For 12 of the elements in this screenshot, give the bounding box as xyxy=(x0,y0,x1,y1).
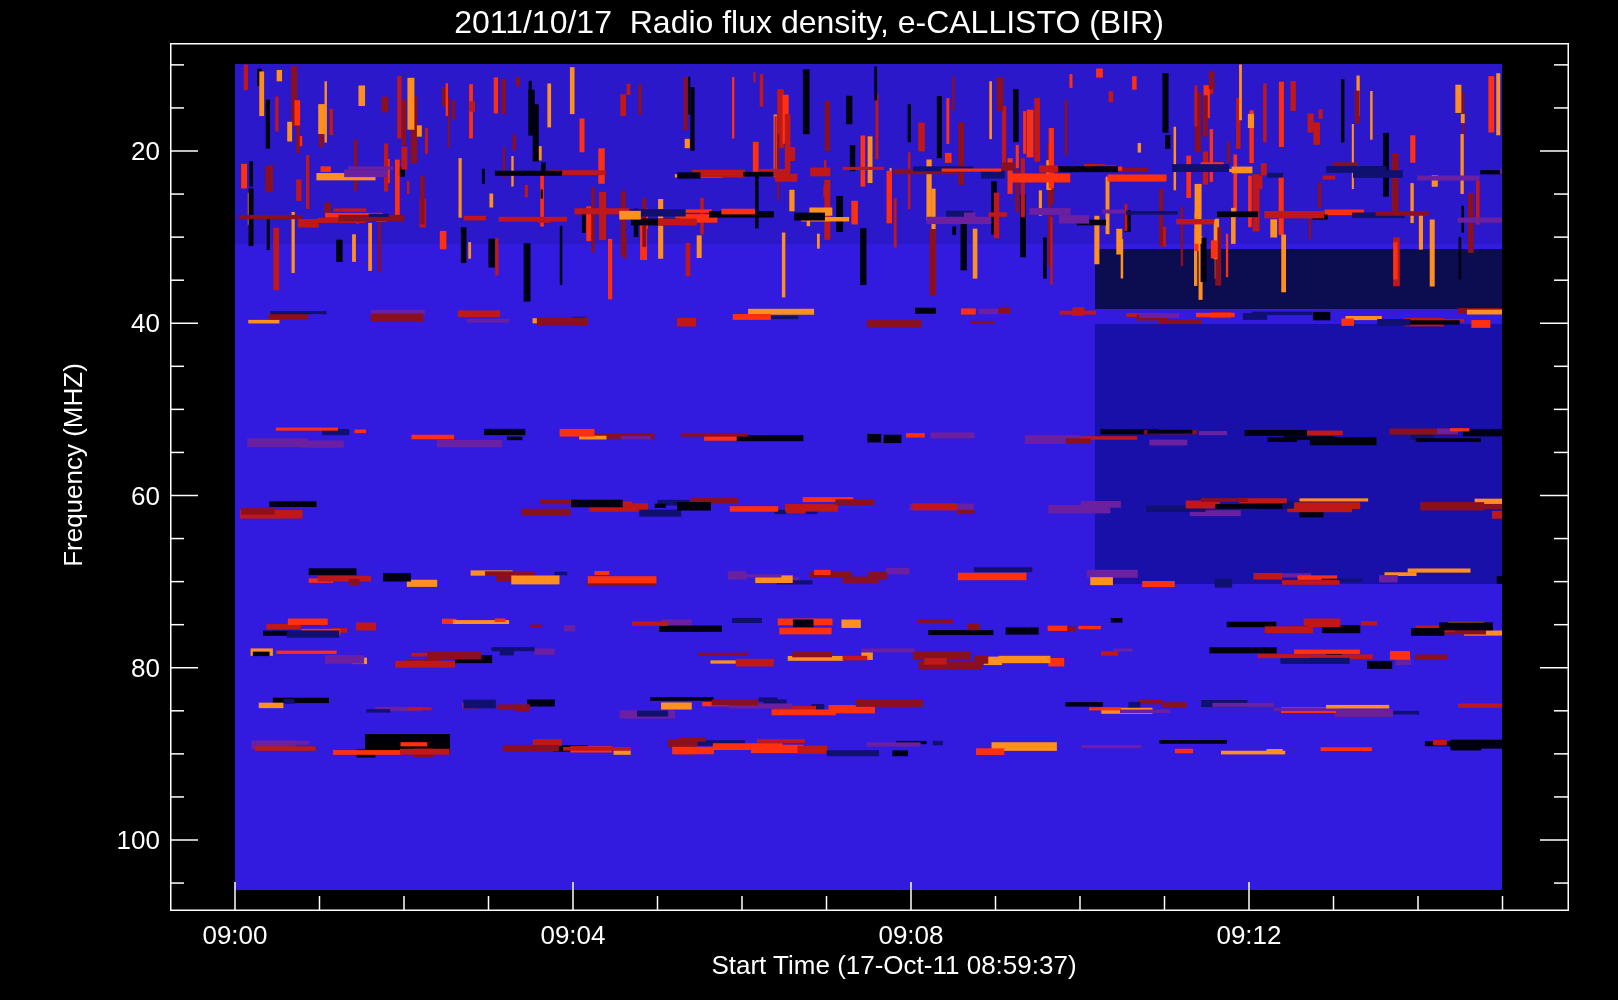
axis-tick-label: 09:08 xyxy=(877,920,945,950)
axis-label: Frequency (MHZ) xyxy=(58,362,88,569)
axis-tick-label: 100 xyxy=(115,825,160,855)
axis-tick-label: 20 xyxy=(130,136,160,166)
chart-title: 2011/10/17 Radio flux density, e-CALLISTO (BIR) xyxy=(453,3,1165,42)
axis-tick-label: 60 xyxy=(130,480,160,511)
axis-tick-label: 09:04 xyxy=(539,920,607,950)
axis-tick-label: 09:00 xyxy=(201,920,269,950)
axis-tick-label: 80 xyxy=(130,652,160,683)
axis-tick-label: 09:12 xyxy=(1215,920,1283,950)
axis-tick-label: 40 xyxy=(130,308,160,339)
axis-label: Start Time (17-Oct-11 08:59:37) xyxy=(710,950,1078,980)
